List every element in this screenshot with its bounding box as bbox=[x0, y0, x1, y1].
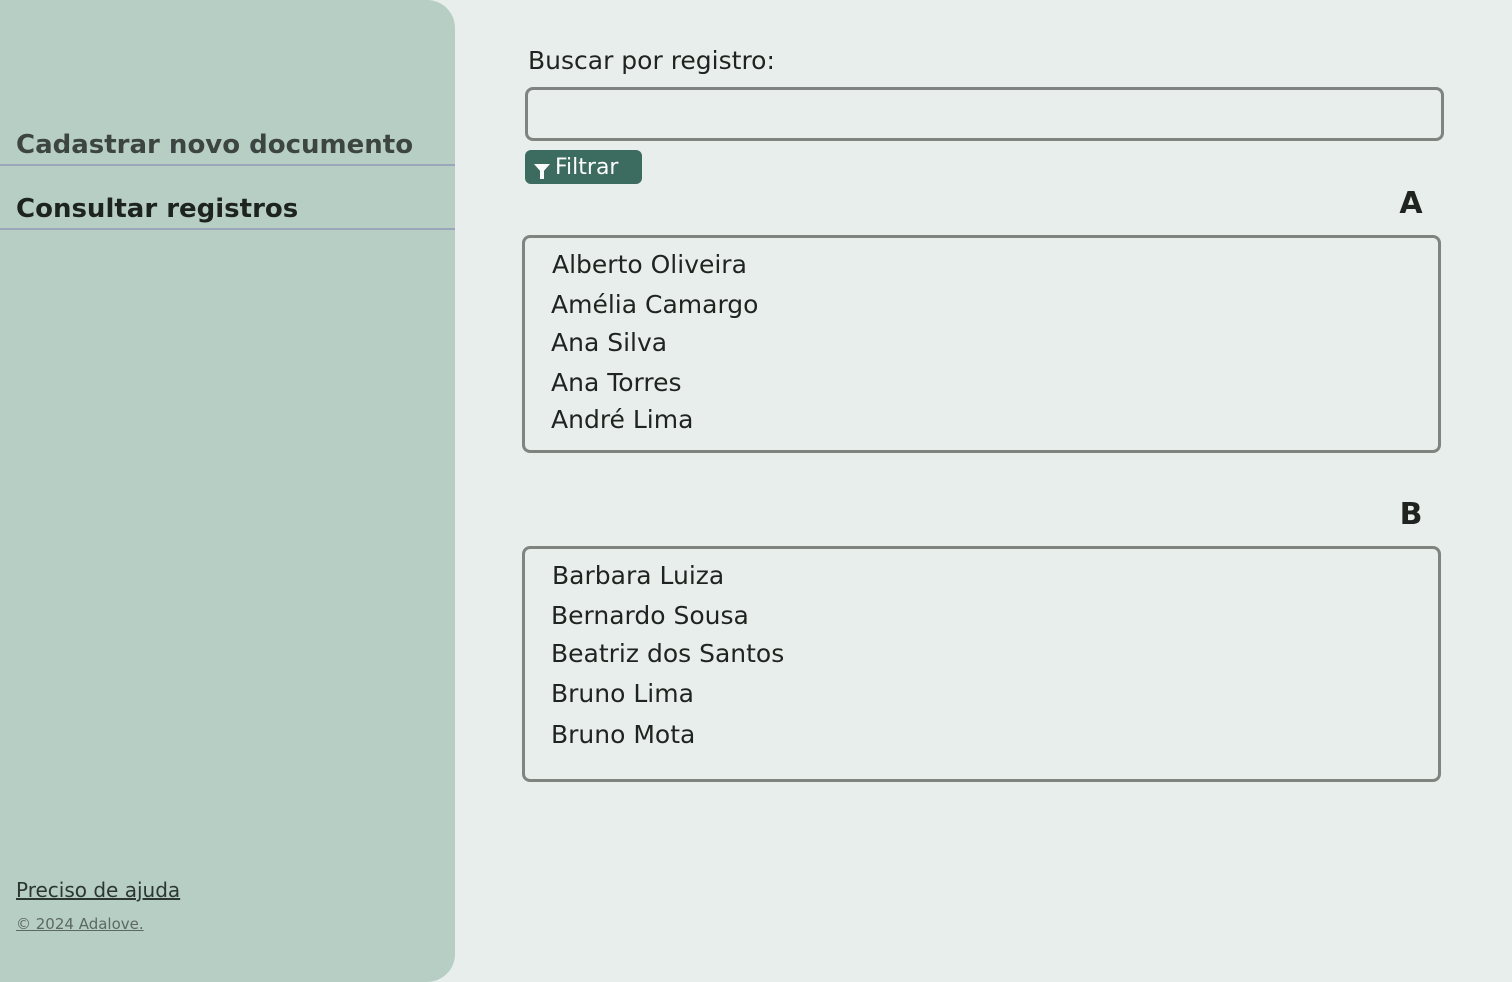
funnel-icon bbox=[534, 163, 550, 179]
record-item[interactable]: Alberto Oliveira bbox=[552, 250, 747, 279]
record-item[interactable]: Ana Torres bbox=[551, 368, 682, 397]
record-item[interactable]: Bruno Lima bbox=[551, 679, 694, 708]
record-item[interactable]: Ana Silva bbox=[551, 328, 667, 357]
group-letter-a: A bbox=[1399, 186, 1423, 221]
records-group-b: Barbara Luiza Bernardo Sousa Beatriz dos… bbox=[522, 546, 1441, 782]
filter-button-label: Filtrar bbox=[555, 154, 619, 180]
sidebar-nav: Cadastrar novo documento Consultar regis… bbox=[0, 124, 455, 230]
search-label: Buscar por registro: bbox=[528, 46, 775, 75]
nav-item-cadastrar-documento[interactable]: Cadastrar novo documento bbox=[0, 124, 455, 166]
help-link[interactable]: Preciso de ajuda bbox=[16, 878, 180, 902]
record-item[interactable]: Bernardo Sousa bbox=[551, 601, 749, 630]
group-letter-b: B bbox=[1399, 497, 1423, 532]
record-item[interactable]: Beatriz dos Santos bbox=[551, 639, 784, 668]
record-item[interactable]: Bruno Mota bbox=[551, 720, 695, 749]
record-item[interactable]: Barbara Luiza bbox=[552, 561, 724, 590]
sidebar: Cadastrar novo documento Consultar regis… bbox=[0, 0, 455, 982]
copyright-text: © 2024 Adalove. bbox=[16, 915, 144, 933]
records-group-a: Alberto Oliveira Amélia Camargo Ana Silv… bbox=[522, 235, 1441, 453]
nav-item-consultar-registros[interactable]: Consultar registros bbox=[0, 188, 455, 230]
record-item[interactable]: André Lima bbox=[551, 405, 693, 434]
filter-button[interactable]: Filtrar bbox=[525, 150, 642, 184]
record-item[interactable]: Amélia Camargo bbox=[551, 290, 758, 319]
search-input[interactable] bbox=[525, 87, 1444, 141]
